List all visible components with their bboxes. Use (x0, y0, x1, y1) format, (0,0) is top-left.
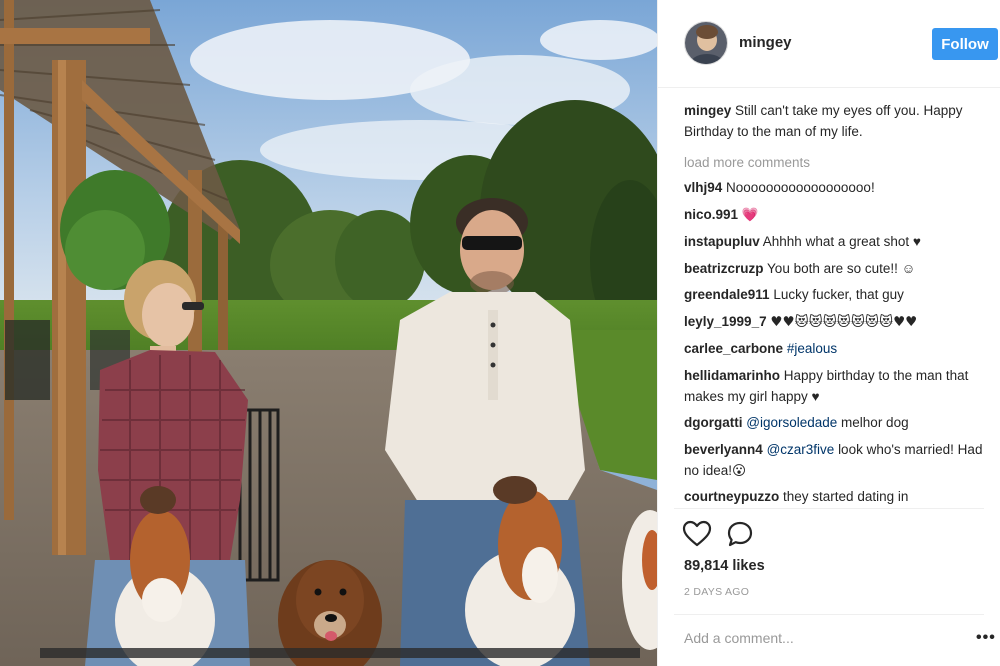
comment-hashtag-link[interactable]: #jealous (787, 341, 837, 356)
comment: vlhj94 Noooooooooooooooooo! (684, 177, 984, 198)
comment-username[interactable]: beverlyann4 (684, 442, 763, 457)
comment-mention-link[interactable]: @czar3five (767, 442, 835, 457)
comment-text: Lucky fucker, that guy (773, 287, 904, 302)
comment-text: Noooooooooooooooooo! (726, 180, 875, 195)
comment-username[interactable]: greendale911 (684, 287, 770, 302)
speech-bubble-icon[interactable] (726, 520, 754, 548)
comment: beverlyann4 @czar3five look who's marrie… (684, 439, 984, 481)
avatar[interactable] (684, 21, 728, 65)
comment: dgorgatti @igorsoledade melhor dog (684, 412, 984, 433)
comment-username[interactable]: beatrizcruzp (684, 261, 764, 276)
follow-button[interactable]: Follow (932, 28, 998, 60)
comment: courtneypuzzo they started dating in (684, 486, 984, 507)
add-comment-divider (674, 614, 984, 615)
comment-username[interactable]: vlhj94 (684, 180, 722, 195)
comment-text: ♥♥😻😻😻😻😻😻😻♥♥ (770, 313, 918, 330)
comments-list: mingey Still can't take my eyes off you.… (684, 100, 984, 513)
comment-text: melhor dog (841, 415, 909, 430)
ellipsis-icon[interactable]: ••• (976, 630, 996, 646)
comment-username[interactable]: instapupluv (684, 234, 760, 249)
comment-username[interactable]: carlee_carbone (684, 341, 783, 356)
likes-count[interactable]: 89,814 likes (684, 558, 765, 574)
comment: greendale911 Lucky fucker, that guy (684, 284, 984, 305)
comment-mention-link[interactable]: @igorsoledade (746, 415, 837, 430)
comment-username[interactable]: courtneypuzzo (684, 489, 779, 504)
comment: beatrizcruzp You both are so cute!! ☺ (684, 258, 984, 279)
post-header: mingey Follow (658, 0, 1000, 88)
post-caption: mingey Still can't take my eyes off you.… (684, 100, 984, 142)
actions-divider (674, 508, 984, 509)
comment: hellidamarinho Happy birthday to the man… (684, 365, 984, 407)
avatar-image (685, 22, 727, 64)
comment-text: they started dating in (783, 489, 909, 504)
post-timestamp: 2 DAYS AGO (684, 586, 750, 598)
photo-illustration (0, 0, 657, 666)
comment: instapupluv Ahhhh what a great shot ♥ (684, 231, 984, 252)
post-photo[interactable] (0, 0, 657, 666)
comment: leyly_1999_7 ♥♥😻😻😻😻😻😻😻♥♥ (684, 311, 984, 333)
comment-text: 💗 (741, 206, 759, 223)
heart-outline-icon[interactable] (682, 520, 712, 548)
comment-username[interactable]: nico.991 (684, 207, 738, 222)
comment: carlee_carbone #jealous (684, 338, 984, 359)
comment-username[interactable]: hellidamarinho (684, 368, 780, 383)
username[interactable]: mingey (739, 34, 792, 51)
comment-text: Ahhhh what a great shot ♥ (762, 234, 921, 249)
add-comment-input[interactable] (684, 630, 954, 646)
comment-username[interactable]: dgorgatti (684, 415, 743, 430)
caption-username[interactable]: mingey (684, 103, 731, 118)
comment-username[interactable]: leyly_1999_7 (684, 314, 767, 329)
load-more-comments-link[interactable]: load more comments (684, 152, 984, 173)
comment: nico.991 💗 (684, 204, 984, 226)
post-side-panel: mingey Follow mingey Still can't take my… (657, 0, 1000, 666)
comment-text: You both are so cute!! ☺ (767, 260, 916, 276)
